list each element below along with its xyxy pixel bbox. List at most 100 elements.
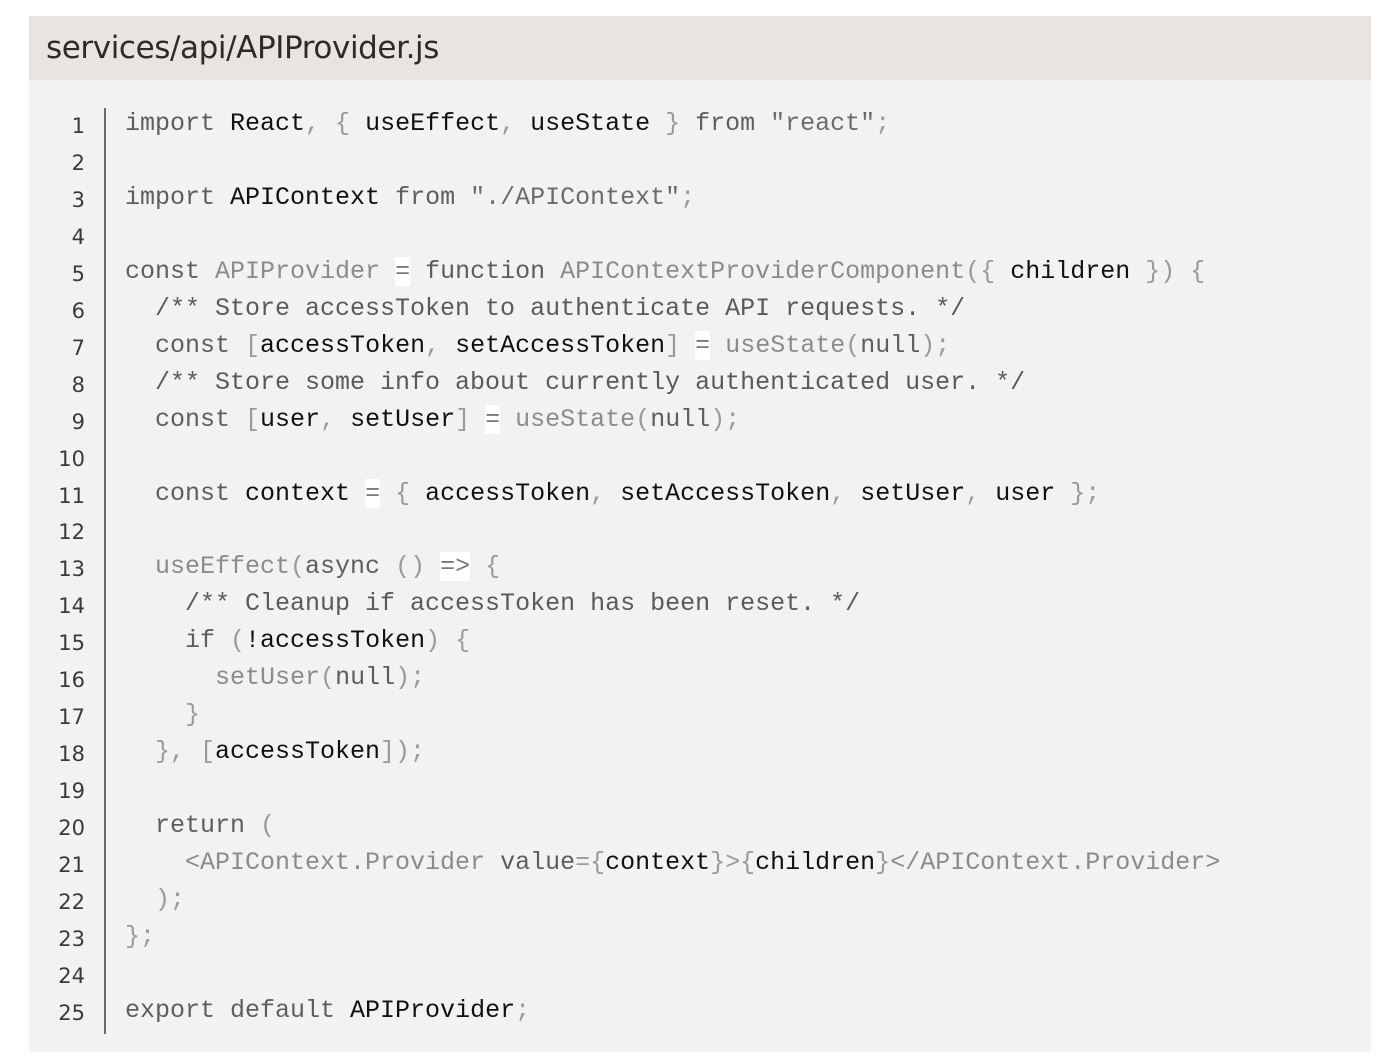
line-number: 17	[58, 705, 85, 730]
code-text: );	[125, 881, 185, 918]
code-token: =>	[440, 552, 471, 582]
code-token: /** Store some info about currently auth…	[125, 367, 1026, 397]
code-token: {	[380, 478, 426, 508]
code-token: const	[125, 330, 246, 360]
code-token: async	[305, 552, 381, 582]
code-token: APIContext	[230, 182, 381, 212]
code-token: "react"	[770, 109, 876, 138]
code-token: return	[125, 811, 261, 841]
code-line: 9 const [user, setUser] = useState(null)…	[29, 401, 1371, 438]
line-number: 18	[58, 742, 85, 767]
line-number: 6	[71, 298, 85, 323]
code-token: APIProvider	[215, 256, 381, 286]
code-text: }	[125, 696, 200, 733]
code-token: setAccessToken	[455, 330, 666, 360]
code-text: /** Store some info about currently auth…	[125, 364, 1025, 401]
code-line: 5 const APIProvider = function APIContext…	[29, 253, 1371, 290]
code-text: const APIProvider = function APIContextP…	[125, 253, 1205, 290]
code-token: setUser	[860, 478, 966, 508]
code-text: import APIContext from "./APIContext";	[125, 179, 695, 216]
line-number: 25	[58, 1000, 85, 1025]
code-token: const	[125, 478, 246, 508]
code-token: ;	[680, 182, 696, 212]
code-token: );	[395, 663, 426, 693]
code-line: 21 <APIContext.Provider value={context}>…	[29, 844, 1371, 881]
code-token: /** Store accessToken to authenticate AP…	[125, 293, 966, 323]
code-line: 24	[29, 955, 1371, 992]
code-text: if (!accessToken) {	[125, 622, 470, 659]
code-token: accessToken	[215, 737, 381, 767]
code-token: children	[1010, 256, 1131, 286]
line-number: 4	[71, 224, 85, 249]
code-token: );	[710, 404, 741, 434]
code-token: function	[425, 256, 561, 286]
code-token: user	[995, 478, 1056, 508]
code-token: if	[125, 626, 231, 656]
code-token: , {	[305, 109, 366, 138]
code-text: const [user, setUser] = useState(null);	[125, 401, 740, 438]
code-token: (	[230, 626, 246, 656]
code-token: ,	[425, 330, 456, 360]
code-line: 15 if (!accessToken) {	[29, 622, 1371, 659]
code-token: const	[125, 404, 246, 434]
line-number: 9	[71, 409, 85, 434]
code-text: import React, { useEffect, useState } fr…	[125, 105, 890, 142]
code-token: useState	[530, 109, 651, 138]
code-token: }	[650, 109, 696, 138]
code-token: (	[845, 330, 861, 360]
code-token: {	[470, 552, 501, 582]
line-number: 2	[71, 150, 85, 175]
code-token: ={	[575, 848, 606, 877]
code-token: </APIContext.Provider>	[890, 848, 1221, 877]
code-token: =	[485, 404, 501, 434]
code-token: };	[1055, 478, 1101, 508]
code-text: /** Store accessToken to authenticate AP…	[125, 290, 965, 327]
line-number: 12	[58, 520, 85, 545]
code-line: 10	[29, 438, 1371, 475]
line-number: 15	[58, 631, 85, 656]
code-token: null	[650, 404, 711, 434]
code-token: accessToken	[260, 330, 426, 360]
code-line: 8 /** Store some info about currently au…	[29, 364, 1371, 401]
code-line: 4	[29, 216, 1371, 253]
code-token: ,	[320, 404, 351, 434]
code-text: const context = { accessToken, setAccess…	[125, 475, 1100, 512]
code-text: setUser(null);	[125, 659, 425, 696]
line-number: 14	[58, 594, 85, 619]
code-token: ]);	[380, 737, 426, 767]
code-token: ({	[965, 256, 1011, 286]
line-number: 7	[71, 335, 85, 360]
code-line: 13 useEffect(async () => {	[29, 548, 1371, 585]
line-number: 21	[58, 853, 85, 877]
code-token: setUser	[125, 663, 321, 693]
code-token: React	[230, 109, 306, 138]
code-token: null	[860, 330, 921, 360]
line-number: 20	[58, 816, 85, 841]
code-token: useEffect	[125, 552, 291, 582]
code-text: };	[125, 918, 155, 955]
code-text: export default APIProvider;	[125, 992, 530, 1029]
code-token: (	[290, 552, 306, 582]
code-token: (	[320, 663, 336, 693]
line-number: 8	[71, 372, 85, 397]
code-line: 7 const [accessToken, setAccessToken] = …	[29, 327, 1371, 364]
code-token: APIProvider	[350, 995, 516, 1025]
code-token: ;	[515, 995, 531, 1025]
code-token: context	[245, 478, 351, 508]
code-line: 14 /** Cleanup if accessToken has been r…	[29, 585, 1371, 622]
code-token: from	[695, 109, 771, 138]
file-path-header: services/api/APIProvider.js	[29, 16, 1371, 80]
code-line: 12	[29, 511, 1371, 548]
code-token: ,	[965, 478, 996, 508]
code-token: ,	[590, 478, 621, 508]
code-line: 3 import APIContext from "./APIContext";	[29, 179, 1371, 216]
line-number: 5	[71, 261, 85, 286]
code-token: children	[755, 848, 876, 877]
code-token: "./APIContext"	[470, 182, 681, 212]
code-token: );	[125, 884, 186, 914]
line-number: 13	[58, 557, 85, 582]
code-token: <APIContext.Provider	[125, 848, 501, 877]
